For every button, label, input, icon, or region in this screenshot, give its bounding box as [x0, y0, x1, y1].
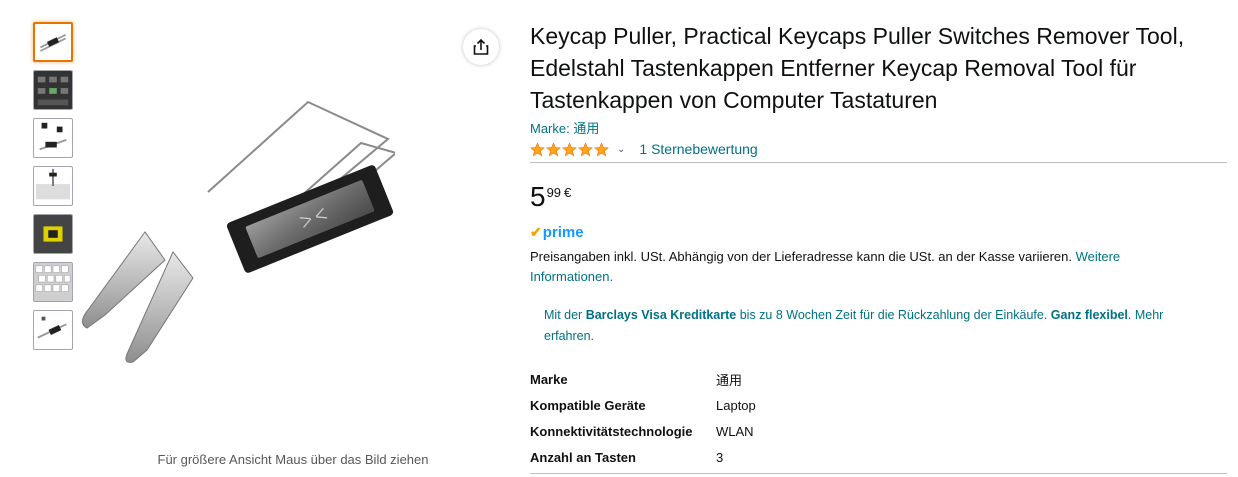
brand-link[interactable]: Marke: 通用 [530, 118, 1227, 137]
rating-count-link[interactable]: 1 Sternebewertung [639, 141, 757, 157]
star-icon [530, 141, 545, 156]
share-button[interactable] [463, 29, 499, 65]
product-title: Keycap Puller, Practical Keycaps Puller … [530, 23, 1185, 113]
spec-label: Konnektivitätstechnologie [530, 423, 693, 439]
rating-row: ⌄ 1 Sternebewertung [530, 137, 1227, 161]
spec-row: Konnektivitätstechnologie WLAN [530, 418, 1227, 444]
star-icon [578, 141, 593, 156]
thumbnail-7[interactable] [33, 310, 73, 350]
chevron-down-icon[interactable]: ⌄ [617, 144, 625, 155]
spec-label: Marke [530, 371, 568, 387]
thumbnail-4[interactable] [33, 166, 73, 206]
image-zoom-hint: Für größere Ansicht Maus über das Bild z… [157, 452, 429, 467]
card-offer-highlight: Ganz flexibel [1050, 308, 1128, 322]
spec-value: WLAN [716, 423, 754, 439]
share-icon [473, 38, 489, 55]
thumbnail-2[interactable] [33, 70, 73, 110]
thumbnail-3[interactable] [33, 118, 73, 158]
star-icon [594, 141, 609, 156]
vat-notice: Preisangaben inkl. USt. Abhängig von der… [530, 247, 1190, 287]
divider [530, 162, 1227, 163]
price: 5 99 € [530, 183, 1227, 213]
spec-value: 3 [716, 449, 724, 465]
main-product-image[interactable]: ᐳᐸ [75, 92, 399, 377]
thumbnail-strip [33, 22, 75, 358]
price-whole: 5 [530, 181, 546, 212]
credit-card-offer[interactable]: Mit der Barclays Visa Kreditkarte bis zu… [544, 305, 1204, 347]
prime-check-icon: ✔ [530, 223, 542, 240]
price-currency: € [564, 185, 572, 200]
thumbnail-5[interactable] [33, 214, 73, 254]
card-offer-middle: bis zu 8 Wochen Zeit für die Rückzahlung… [736, 308, 1051, 322]
spec-row: Anzahl an Tasten 3 [530, 444, 1227, 470]
price-fraction: 99 [546, 185, 562, 200]
vat-text: Preisangaben inkl. USt. Abhängig von der… [530, 249, 1076, 264]
prime-badge[interactable]: ✔ prime [530, 223, 1227, 241]
spec-row: Kompatible Geräte Laptop [530, 392, 1227, 418]
spec-value: 通用 [716, 372, 743, 388]
spec-label: Kompatible Geräte [530, 397, 646, 413]
product-details: Keycap Puller, Practical Keycaps Puller … [530, 20, 1227, 474]
star-icon [562, 141, 577, 156]
card-offer-prefix: Mit der [544, 308, 586, 322]
card-offer-card-name: Barclays Visa Kreditkarte [585, 308, 737, 322]
divider [530, 473, 1227, 474]
product-specs-table: Marke 通用 Kompatible Geräte Laptop Konnek… [530, 366, 1227, 470]
star-rating[interactable] [530, 141, 609, 157]
spec-row: Marke 通用 [530, 366, 1227, 392]
spec-value: Laptop [716, 397, 756, 413]
prime-label: prime [542, 223, 584, 241]
spec-label: Anzahl an Tasten [530, 449, 636, 465]
thumbnail-6[interactable] [33, 262, 73, 302]
thumbnail-1[interactable] [33, 22, 73, 62]
star-icon [546, 141, 561, 156]
